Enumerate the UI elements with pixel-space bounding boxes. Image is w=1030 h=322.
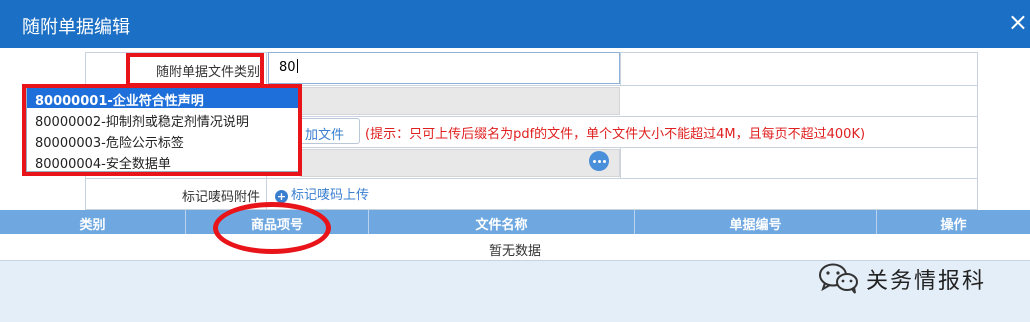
add-file-button[interactable]: 加文件 [302, 118, 360, 144]
plus-icon: + [275, 190, 288, 203]
dialog-titlebar: 随附单据编辑 × [0, 0, 1030, 48]
more-icon[interactable] [589, 151, 609, 171]
dialog-title: 随附单据编辑 [22, 17, 130, 38]
disabled-field [300, 149, 620, 177]
column-header[interactable]: 类别 [0, 210, 186, 234]
column-header[interactable]: 文件名称 [369, 210, 635, 234]
qr-upload-link[interactable]: + 标记唛码上传 [275, 184, 369, 203]
doc-type-value: 80 [279, 60, 296, 75]
annotation-box-dropdown [22, 84, 302, 176]
grid-line [620, 147, 621, 178]
doc-type-input[interactable]: 80 [268, 52, 620, 84]
annotation-ellipse [213, 202, 331, 254]
wechat-icon [819, 263, 858, 294]
grid-line [620, 52, 621, 85]
qr-upload-text: 标记唛码上传 [291, 188, 370, 203]
grid-line [85, 178, 978, 179]
column-header[interactable]: 单据编号 [635, 210, 877, 234]
empty-row: 暂无数据 [0, 234, 1030, 261]
grid-line [977, 52, 978, 210]
disabled-field [300, 87, 620, 115]
upload-hint: (提示：只可上传后缀名为pdf的文件，单个文件大小不能超过4M，且每页不超过40… [365, 127, 866, 142]
table-header: 类别 商品项号 文件名称 单据编号 操作 [0, 210, 1030, 234]
watermark-text: 关务情报科 [866, 269, 987, 294]
qr-label: 标记唛码附件 [181, 190, 260, 205]
column-header[interactable]: 操作 [877, 210, 1030, 234]
text-caret [296, 59, 298, 73]
annotation-box-label [126, 53, 264, 87]
close-icon[interactable]: × [1008, 10, 1028, 34]
